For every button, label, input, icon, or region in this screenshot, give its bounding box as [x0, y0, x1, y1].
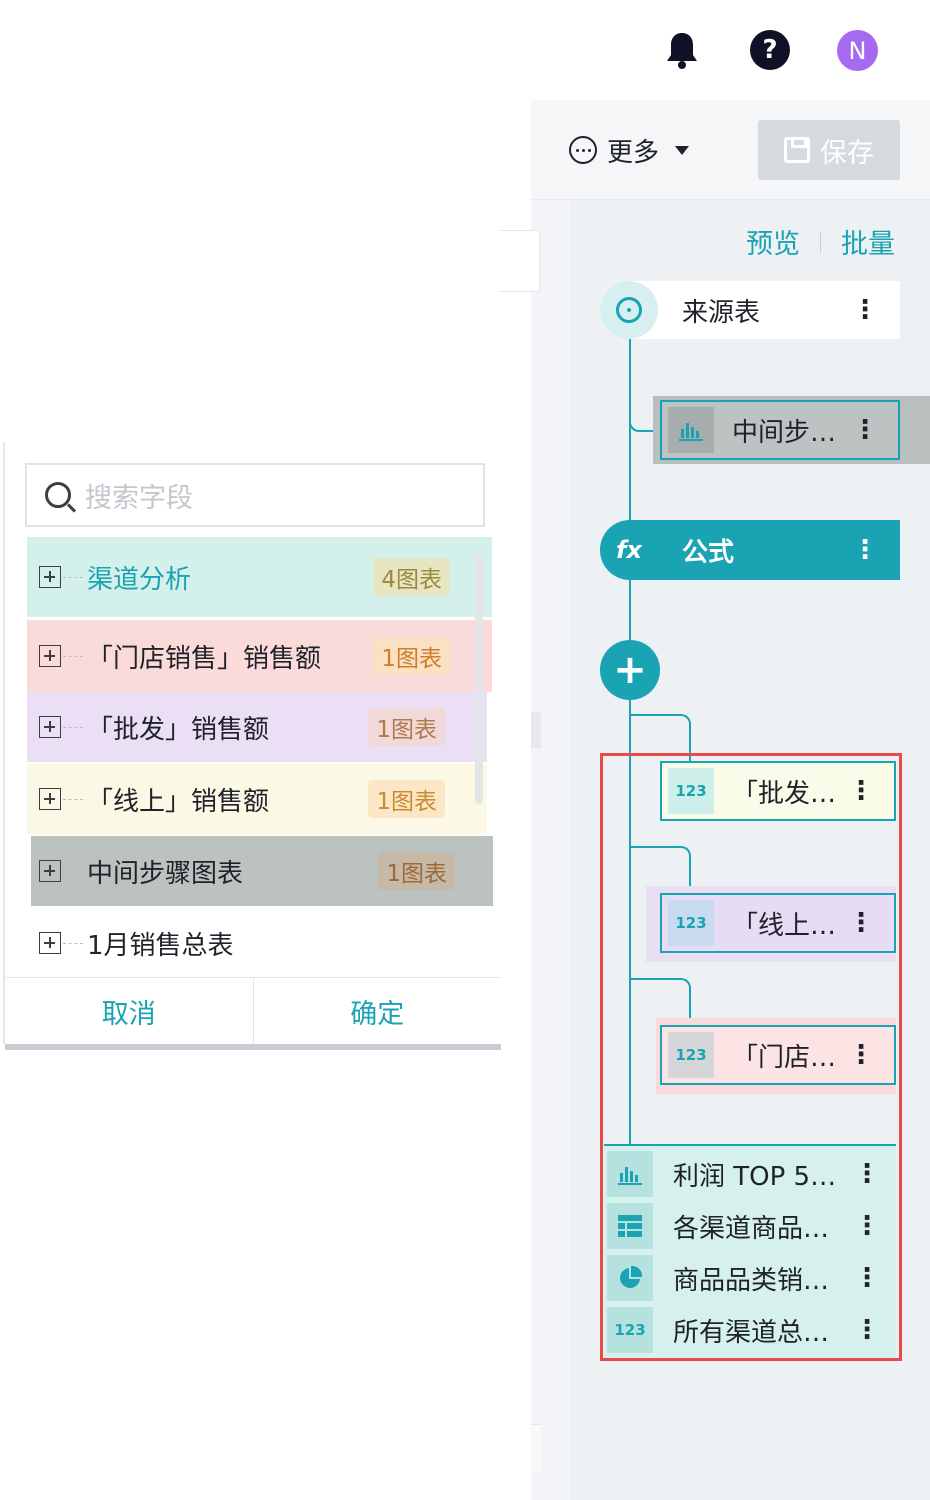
source-table-node[interactable]: 来源表 ⋮: [600, 281, 900, 339]
chart-count-badge: 1图表: [368, 780, 445, 818]
confirm-button[interactable]: 确定: [254, 978, 502, 1044]
avatar[interactable]: N: [837, 30, 878, 71]
chart-label: 利润 TOP 5…: [673, 1161, 837, 1192]
save-button[interactable]: 保存: [758, 120, 900, 180]
chart-count-badge: 1图表: [368, 708, 445, 746]
tree-connector: [63, 726, 83, 728]
expand-icon[interactable]: [39, 716, 61, 738]
tree-item-label: 「批发」销售额: [87, 714, 270, 745]
background-input-edge: [500, 230, 540, 292]
chart-count-badge: 1图表: [373, 637, 450, 675]
add-step-button[interactable]: +: [600, 640, 660, 700]
flow-links: 预览 批量: [746, 222, 895, 261]
chart-item[interactable]: 123 所有渠道总… ⋮: [604, 1306, 896, 1354]
chart-count-badge: 1图表: [378, 852, 455, 890]
node-menu-icon[interactable]: ⋮: [852, 415, 878, 445]
step-label: 「批发…: [732, 778, 837, 809]
node-menu-icon[interactable]: ⋮: [848, 776, 874, 806]
flow-connector: [629, 339, 631, 520]
tree-item-january-sales[interactable]: 1月销售总表: [27, 908, 492, 978]
preview-link[interactable]: 预览: [746, 222, 800, 261]
bar-chart-icon: [668, 407, 714, 453]
step-node-wholesale[interactable]: 123 「批发… ⋮: [660, 761, 896, 821]
link-divider: [820, 230, 821, 253]
step-node-store[interactable]: 123 「门店… ⋮: [660, 1025, 896, 1085]
tree-item-label: 「线上」销售额: [87, 786, 270, 817]
tree-item-label: 1月销售总表: [87, 930, 234, 961]
tree-connector: [63, 655, 83, 657]
chart-label: 所有渠道总…: [673, 1317, 830, 1348]
step-node-online[interactable]: 123 「线上… ⋮: [660, 893, 896, 953]
node-menu-icon[interactable]: ⋮: [848, 908, 874, 938]
chart-item[interactable]: 利润 TOP 5… ⋮: [604, 1150, 896, 1198]
tree-item-middle-step-chart[interactable]: 中间步骤图表 1图表: [31, 836, 493, 906]
chart-list: 利润 TOP 5… ⋮ 各渠道商品… ⋮ 商品品类销… ⋮ 123 所有渠道总……: [604, 1144, 896, 1358]
background-edge: [531, 1424, 541, 1472]
source-node-label: 来源表: [682, 297, 761, 328]
node-menu-icon[interactable]: ⋮: [852, 537, 878, 563]
tree-item-label: 「门店销售」销售额: [87, 643, 322, 674]
pie-chart-icon: [607, 1255, 653, 1301]
expand-icon[interactable]: [39, 860, 61, 882]
more-icon: [569, 136, 597, 164]
help-icon[interactable]: ?: [750, 30, 790, 70]
notification-bell-icon[interactable]: [662, 28, 702, 72]
tree-connector: [63, 798, 83, 800]
save-label: 保存: [820, 137, 874, 169]
chart-count-badge: 4图表: [373, 558, 450, 596]
expand-icon[interactable]: [39, 932, 61, 954]
number-icon: 123: [668, 1032, 714, 1078]
cancel-button[interactable]: 取消: [5, 978, 253, 1044]
middle-step-label: 中间步…: [732, 417, 837, 448]
node-menu-icon[interactable]: ⋮: [854, 1159, 880, 1189]
expand-icon[interactable]: [39, 788, 61, 810]
node-menu-icon[interactable]: ⋮: [852, 297, 878, 323]
middle-step-node[interactable]: 中间步… ⋮: [660, 400, 900, 460]
tree-connector: [63, 870, 83, 872]
number-icon: 123: [607, 1307, 653, 1353]
batch-link[interactable]: 批量: [841, 222, 895, 261]
tree-item-channel-analysis[interactable]: 渠道分析 4图表: [27, 537, 492, 617]
node-menu-icon[interactable]: ⋮: [848, 1040, 874, 1070]
step-label: 「门店…: [732, 1042, 837, 1073]
search-input[interactable]: 搜索字段: [25, 463, 485, 527]
chart-item[interactable]: 商品品类销… ⋮: [604, 1254, 896, 1302]
scrollbar[interactable]: [475, 554, 483, 804]
tree-item-wholesale-sales[interactable]: 「批发」销售额 1图表: [27, 692, 487, 762]
table-icon: [607, 1203, 653, 1249]
search-icon: [45, 482, 71, 508]
flow-connector: [629, 580, 631, 640]
expand-icon[interactable]: [39, 566, 61, 588]
chart-label: 各渠道商品…: [673, 1213, 830, 1244]
chart-item[interactable]: 各渠道商品… ⋮: [604, 1202, 896, 1250]
node-menu-icon[interactable]: ⋮: [854, 1211, 880, 1241]
tree-item-store-sales[interactable]: 「门店销售」销售额 1图表: [27, 620, 492, 692]
tree-item-online-sales[interactable]: 「线上」销售额 1图表: [27, 764, 487, 834]
field-picker-dialog: 搜索字段 渠道分析 4图表 「门店销售」销售额 1图表 「批发」销售额 1图表 …: [5, 442, 501, 1044]
number-icon: 123: [668, 900, 714, 946]
formula-node[interactable]: fx 公式 ⋮: [600, 520, 900, 580]
chart-label: 商品品类销…: [673, 1265, 830, 1296]
more-button[interactable]: 更多: [569, 128, 690, 172]
tree-item-label: 中间步骤图表: [87, 858, 244, 889]
save-icon: [784, 137, 810, 163]
node-menu-icon[interactable]: ⋮: [854, 1315, 880, 1345]
number-icon: 123: [668, 768, 714, 814]
step-label: 「线上…: [732, 910, 837, 941]
chevron-down-icon: [675, 145, 690, 155]
tree-connector: [63, 576, 83, 578]
expand-icon[interactable]: [39, 645, 61, 667]
tree-item-label: 渠道分析: [87, 564, 192, 595]
tree-connector: [63, 942, 83, 944]
formula-icon: fx: [616, 536, 642, 564]
dialog-footer: 取消 确定: [5, 977, 501, 1044]
background-edge: [531, 712, 541, 748]
source-target-icon: [600, 281, 658, 339]
formula-label: 公式: [682, 537, 735, 568]
bar-chart-icon: [607, 1151, 653, 1197]
search-placeholder: 搜索字段: [85, 482, 193, 514]
more-label: 更多: [607, 137, 660, 168]
node-menu-icon[interactable]: ⋮: [854, 1263, 880, 1293]
